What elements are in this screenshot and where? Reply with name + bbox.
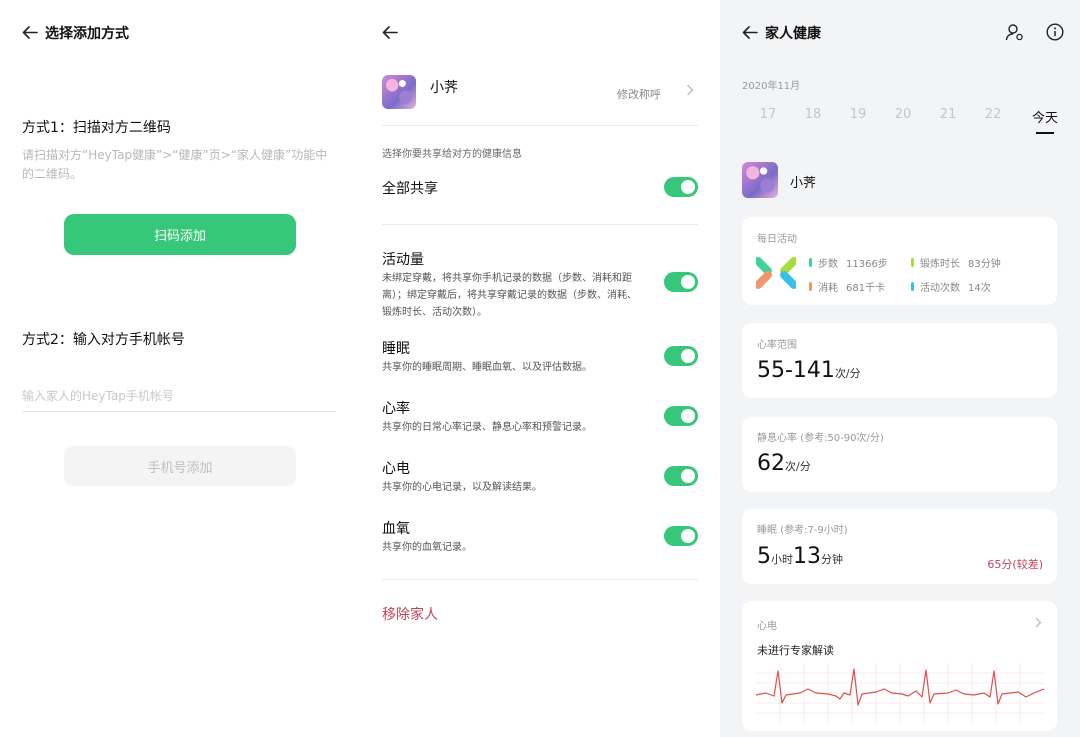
back-arrow-icon[interactable]	[382, 26, 400, 40]
avatar	[742, 162, 778, 198]
ecg-status: 未进行专家解读	[757, 644, 834, 657]
day-18[interactable]: 18	[798, 107, 828, 122]
activity-rings-icon	[756, 257, 796, 289]
resting-heart-rate-unit: 次/分	[785, 460, 811, 473]
chevron-right-icon[interactable]	[686, 84, 694, 100]
ecg-card[interactable]: 心电 未进行专家解读	[742, 601, 1057, 731]
method1-description: 请扫描对方“HeyTap健康”>“健康”页>“家人健康”功能中的二维码。	[22, 148, 328, 181]
family-member-name: 小荠	[790, 176, 817, 191]
ecg-waveform	[756, 663, 1044, 723]
steps-label: 步数	[818, 259, 838, 270]
scan-add-button[interactable]: 扫码添加	[64, 214, 296, 255]
card-label: 心电	[757, 621, 777, 632]
share-item-sleep-desc: 共享你的睡眠周期、睡眠血氧、以及评估数据。	[382, 362, 592, 373]
chevron-right-icon[interactable]	[1035, 617, 1042, 632]
sleep-duration-value: 5小时13分钟	[757, 544, 843, 569]
family-member-name: 小荠	[430, 80, 458, 96]
back-arrow-icon[interactable]	[22, 26, 40, 40]
activity-count-label: 活动次数	[920, 283, 960, 294]
exercise-stat: 锻炼时长 83分钟	[911, 255, 1001, 270]
steps-stat: 步数 11366步	[809, 255, 888, 270]
activity-count-color-bar	[911, 282, 914, 291]
sleep-score: 65分(较差)	[987, 558, 1043, 571]
selected-day-indicator	[1036, 132, 1054, 134]
day-today[interactable]: 今天	[1025, 107, 1065, 126]
resting-heart-rate-card[interactable]: 静息心率 (参考:50-90次/分) 62次/分	[742, 417, 1057, 492]
divider	[382, 125, 698, 126]
card-label: 心率范围	[757, 340, 797, 351]
activity-count-stat: 活动次数 14次	[911, 279, 991, 294]
day-17[interactable]: 17	[753, 107, 783, 122]
share-item-activity-desc: 未绑定穿戴，将共享你手机记录的数据（步数、消耗和距离）；绑定穿戴后，将共享穿戴记…	[382, 273, 637, 318]
heart-rate-range-value: 55-141次/分	[757, 358, 861, 383]
share-all-toggle[interactable]	[664, 177, 698, 197]
page-title: 选择添加方式	[45, 26, 129, 42]
share-item-activity-title: 活动量	[382, 252, 424, 268]
person-settings-icon[interactable]	[1005, 23, 1025, 45]
month-label: 2020年11月	[742, 81, 801, 92]
back-arrow-icon[interactable]	[742, 26, 760, 40]
steps-value: 11366步	[846, 259, 888, 270]
share-hint-text: 选择你要共享给对方的健康信息	[382, 149, 522, 160]
share-item-ecg-desc: 共享你的心电记录，以及解读结果。	[382, 482, 542, 493]
page-title: 家人健康	[765, 26, 821, 42]
method2-title: 方式2：输入对方手机帐号	[22, 332, 185, 348]
calories-color-bar	[809, 282, 812, 291]
sleep-hours-unit: 小时	[771, 553, 793, 566]
calories-stat: 消耗 681千卡	[809, 279, 885, 294]
share-item-spo2-title: 血氧	[382, 521, 410, 537]
avatar	[382, 75, 416, 109]
resting-heart-rate-value: 62次/分	[757, 451, 811, 476]
divider	[382, 224, 698, 225]
heart-rate-range-card[interactable]: 心率范围 55-141次/分	[742, 323, 1057, 398]
share-item-spo2-desc: 共享你的血氧记录。	[382, 542, 472, 553]
steps-color-bar	[809, 258, 812, 267]
calories-label: 消耗	[818, 283, 838, 294]
exercise-value: 83分钟	[968, 259, 1001, 270]
daily-activity-card[interactable]: 每日活动 步数 11366步 锻炼时长 83分钟 消耗 681千卡 活动次数 1…	[742, 217, 1057, 305]
share-item-heart-rate-title: 心率	[382, 401, 410, 417]
resting-heart-rate-number: 62	[757, 451, 785, 476]
share-item-sleep-toggle[interactable]	[664, 346, 698, 366]
method1-title: 方式1：扫描对方二维码	[22, 120, 171, 136]
exercise-label: 锻炼时长	[920, 259, 960, 270]
card-label: 睡眠 (参考:7-9小时)	[757, 525, 848, 536]
day-21[interactable]: 21	[933, 107, 963, 122]
share-item-spo2-toggle[interactable]	[664, 526, 698, 546]
sleep-hours: 5	[757, 544, 771, 569]
phone-add-button[interactable]: 手机号添加	[64, 446, 296, 486]
sleep-minutes-unit: 分钟	[821, 553, 843, 566]
share-item-heart-rate-toggle[interactable]	[664, 406, 698, 426]
day-20[interactable]: 20	[888, 107, 918, 122]
sleep-minutes: 13	[793, 544, 821, 569]
heart-rate-unit: 次/分	[834, 367, 861, 380]
share-all-label: 全部共享	[382, 181, 438, 197]
day-22[interactable]: 22	[978, 107, 1008, 122]
heart-rate-range-number: 55-141	[757, 358, 835, 383]
info-icon[interactable]	[1046, 23, 1064, 45]
share-item-heart-rate-desc: 共享你的日常心率记录、静息心率和预警记录。	[382, 422, 592, 433]
share-item-sleep-title: 睡眠	[382, 341, 410, 357]
calories-value: 681千卡	[846, 283, 886, 294]
share-item-activity-toggle[interactable]	[664, 272, 698, 292]
phone-account-input[interactable]	[22, 380, 336, 412]
card-label: 每日活动	[757, 234, 797, 245]
activity-count-value: 14次	[968, 283, 991, 294]
add-method-panel: 选择添加方式 方式1：扫描对方二维码 请扫描对方“HeyTap健康”>“健康”页…	[0, 0, 360, 737]
remove-family-button[interactable]: 移除家人	[382, 604, 438, 624]
day-19[interactable]: 19	[843, 107, 873, 122]
rename-link[interactable]: 修改称呼	[617, 86, 661, 102]
exercise-color-bar	[911, 258, 914, 267]
sleep-card[interactable]: 睡眠 (参考:7-9小时) 5小时13分钟 65分(较差)	[742, 509, 1057, 584]
card-label: 静息心率 (参考:50-90次/分)	[757, 433, 884, 444]
share-item-ecg-title: 心电	[382, 461, 410, 477]
divider	[382, 579, 698, 580]
share-item-ecg-toggle[interactable]	[664, 466, 698, 486]
